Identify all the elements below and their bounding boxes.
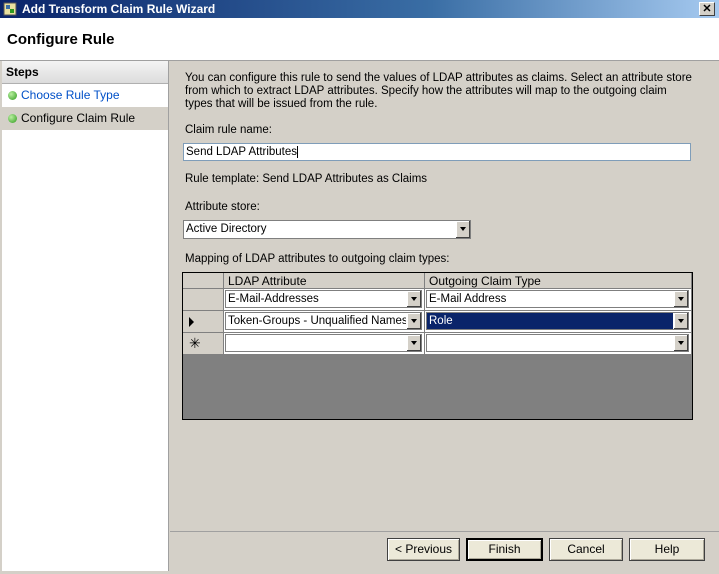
page-header: Configure Rule — [0, 18, 719, 61]
table-row-cell[interactable]: Token-Groups - Unqualified Names — [224, 311, 425, 333]
attribute-store-select[interactable]: Active Directory — [183, 220, 471, 239]
outgoing-claim-type-combo[interactable]: E-Mail Address — [426, 290, 689, 308]
table-row-cell[interactable]: E-Mail-Addresses — [224, 289, 425, 311]
finish-button[interactable]: Finish — [466, 538, 543, 561]
attribute-store-label: Attribute store: — [185, 201, 260, 213]
step-configure-claim-rule[interactable]: Configure Claim Rule — [2, 107, 168, 130]
claim-type-value: E-Mail Address — [429, 293, 507, 305]
steps-panel: Steps Choose Rule Type Configure Claim R… — [2, 61, 169, 571]
ldap-attribute-value: E-Mail-Addresses — [228, 293, 319, 305]
chevron-down-icon[interactable] — [673, 291, 688, 307]
table-row-cell[interactable]: E-Mail Address — [425, 289, 692, 311]
claim-rule-name-value: Send LDAP Attributes — [186, 146, 298, 158]
rule-template-text: Rule template: Send LDAP Attributes as C… — [185, 173, 428, 185]
outgoing-claim-type-combo[interactable]: Role — [426, 312, 689, 330]
row-header[interactable]: ✳ — [183, 333, 224, 355]
wizard-app-icon — [3, 2, 17, 16]
grid-corner-header — [183, 273, 224, 289]
page-title: Configure Rule — [7, 31, 115, 48]
mapping-label: Mapping of LDAP attributes to outgoing c… — [185, 253, 450, 265]
row-header[interactable] — [183, 289, 224, 311]
claim-rule-name-label: Claim rule name: — [185, 124, 272, 136]
ldap-attribute-combo[interactable]: E-Mail-Addresses — [225, 290, 422, 308]
chevron-down-icon[interactable] — [455, 221, 470, 238]
outgoing-claim-type-combo[interactable] — [426, 334, 689, 352]
window-title: Add Transform Claim Rule Wizard — [22, 2, 216, 16]
step-label: Configure Claim Rule — [21, 111, 136, 125]
new-row-icon: ✳ — [189, 335, 201, 351]
table-row-cell[interactable]: Role — [425, 311, 692, 333]
ldap-attribute-value: Token-Groups - Unqualified Names — [228, 315, 408, 327]
mapping-grid[interactable]: LDAP Attribute Outgoing Claim Type E-Mai… — [182, 272, 693, 420]
table-row-cell[interactable] — [425, 333, 692, 355]
current-row-arrow-icon — [189, 317, 194, 327]
step-choose-rule-type[interactable]: Choose Rule Type — [2, 84, 168, 107]
chevron-down-icon[interactable] — [406, 313, 421, 329]
chevron-down-icon[interactable] — [406, 291, 421, 307]
wizard-footer: < Previous Finish Cancel Help — [170, 531, 719, 574]
description-text: You can configure this rule to send the … — [185, 72, 692, 110]
step-current-icon — [8, 114, 17, 123]
column-header-ldap-attribute[interactable]: LDAP Attribute — [224, 273, 425, 289]
title-bar: Add Transform Claim Rule Wizard ✕ — [0, 0, 719, 18]
steps-title: Steps — [2, 61, 168, 84]
chevron-down-icon[interactable] — [673, 313, 688, 329]
step-label: Choose Rule Type — [21, 88, 120, 102]
text-caret — [297, 145, 299, 158]
table-row-cell[interactable] — [224, 333, 425, 355]
help-button[interactable]: Help — [629, 538, 705, 561]
close-icon[interactable]: ✕ — [699, 2, 715, 16]
content-area: You can configure this rule to send the … — [170, 61, 719, 531]
cancel-button[interactable]: Cancel — [549, 538, 623, 561]
ldap-attribute-combo[interactable]: Token-Groups - Unqualified Names — [225, 312, 422, 330]
chevron-down-icon[interactable] — [673, 335, 688, 351]
ldap-attribute-combo[interactable] — [225, 334, 422, 352]
attribute-store-value: Active Directory — [186, 223, 267, 235]
row-header[interactable] — [183, 311, 224, 333]
step-complete-icon — [8, 91, 17, 100]
claim-type-value: Role — [429, 315, 453, 327]
chevron-down-icon[interactable] — [406, 335, 421, 351]
previous-button[interactable]: < Previous — [387, 538, 460, 561]
claim-rule-name-input[interactable]: Send LDAP Attributes — [183, 143, 691, 161]
column-header-outgoing-claim-type[interactable]: Outgoing Claim Type — [425, 273, 692, 289]
